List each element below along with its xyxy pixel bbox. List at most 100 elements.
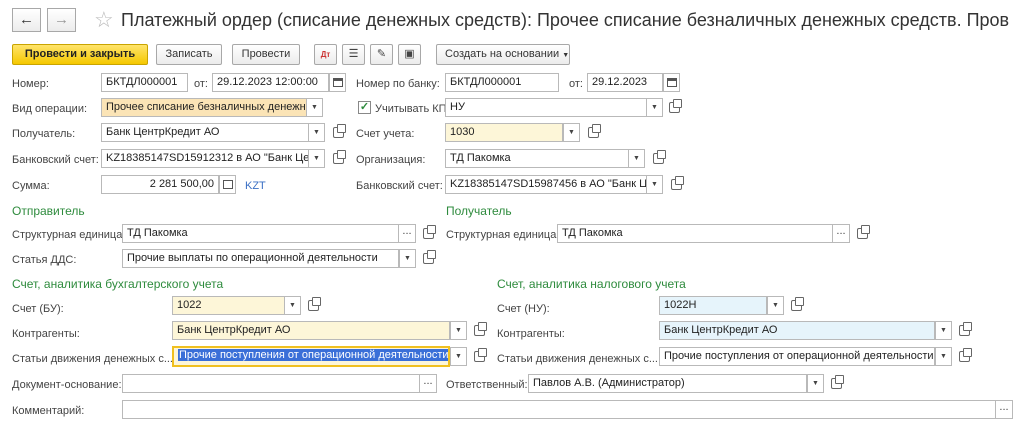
open-icon[interactable]	[956, 321, 973, 340]
arrow-left-icon: ←	[19, 11, 34, 28]
chevron-down-icon[interactable]: ▼	[450, 347, 467, 366]
basis-input[interactable]	[122, 374, 420, 393]
nu-cashflow-label: Статьи движения денежных с...	[497, 353, 658, 365]
bu-counterparty-input[interactable]: Банк ЦентрКредит АО	[172, 321, 450, 340]
bank-account-label: Банковский счет:	[12, 154, 99, 166]
back-button[interactable]: ←	[12, 8, 41, 32]
amount-input[interactable]: 2 281 500,00	[101, 175, 219, 194]
responsible-input[interactable]: Павлов А.В. (Администратор)	[528, 374, 807, 393]
bank-account2-input[interactable]: KZ18385147SD15987456 в АО "Банк Це	[445, 175, 647, 194]
create-based-on-button[interactable]: Создать на основании ▼	[436, 44, 570, 65]
chevron-down-icon[interactable]: ▼	[767, 296, 784, 315]
bank-number-label: Номер по банку:	[356, 78, 440, 90]
dds-input[interactable]: Прочие выплаты по операционной деятельно…	[122, 249, 399, 268]
open-icon[interactable]	[330, 149, 347, 168]
structure-icon[interactable]: ▣	[398, 44, 421, 65]
calculator-icon[interactable]	[219, 175, 236, 194]
select-dots-icon[interactable]: ...	[996, 400, 1013, 419]
chevron-down-icon[interactable]: ▼	[284, 296, 301, 315]
open-icon[interactable]	[471, 347, 488, 366]
chevron-down-icon[interactable]: ▼	[308, 149, 325, 168]
open-icon[interactable]	[305, 296, 322, 315]
select-dots-icon[interactable]: ...	[399, 224, 416, 243]
post-button[interactable]: Провести	[232, 44, 300, 65]
bu-counterparty-label: Контрагенты:	[12, 328, 80, 340]
kpn-label: Учитывать КПН	[375, 103, 455, 115]
calendar-icon[interactable]	[663, 73, 680, 92]
account-input[interactable]: 1030	[445, 123, 563, 142]
arrow-right-icon: →	[54, 11, 69, 28]
list-icon[interactable]: ☰	[342, 44, 365, 65]
dds-label: Статья ДДС:	[12, 254, 77, 266]
open-icon[interactable]	[668, 175, 685, 194]
comment-label: Комментарий:	[12, 405, 85, 417]
select-dots-icon[interactable]: ...	[833, 224, 850, 243]
tax-heading: Счет, аналитика налогового учета	[497, 277, 686, 291]
chevron-down-icon[interactable]: ▼	[646, 98, 663, 117]
responsible-label: Ответственный:	[446, 379, 528, 391]
operation-label: Вид операции:	[12, 103, 88, 115]
number-input[interactable]: БКТДЛ000001	[101, 73, 188, 92]
chevron-down-icon[interactable]: ▼	[628, 149, 645, 168]
open-icon[interactable]	[420, 249, 437, 268]
sender-unit-label: Структурная единица:	[12, 229, 126, 241]
receiver-unit-input[interactable]: ТД Пакомка	[557, 224, 833, 243]
chevron-down-icon[interactable]: ▼	[308, 123, 325, 142]
sender-heading: Отправитель	[12, 204, 85, 218]
organization-input[interactable]: ТД Пакомка	[445, 149, 629, 168]
chevron-down-icon: ▼	[562, 52, 570, 59]
edit-icon[interactable]: ✎	[370, 44, 393, 65]
date-from-label: от:	[194, 78, 208, 90]
open-icon[interactable]	[420, 224, 437, 243]
currency-label[interactable]: KZT	[245, 179, 266, 193]
chevron-down-icon[interactable]: ▼	[935, 347, 952, 366]
chevron-down-icon[interactable]: ▼	[563, 123, 580, 142]
accounting-heading: Счет, аналитика бухгалтерского учета	[12, 277, 224, 291]
nu-counterparty-label: Контрагенты:	[497, 328, 565, 340]
bank-date-input[interactable]: 29.12.2023	[587, 73, 663, 92]
chevron-down-icon[interactable]: ▼	[807, 374, 824, 393]
date-input[interactable]: 29.12.2023 12:00:00	[212, 73, 329, 92]
open-icon[interactable]	[788, 296, 805, 315]
kpn-checkbox[interactable]: ✓	[358, 101, 371, 114]
calendar-icon[interactable]	[329, 73, 346, 92]
open-icon[interactable]	[956, 347, 973, 366]
open-icon[interactable]	[585, 123, 602, 142]
receiver-unit-label: Структурная единица:	[446, 229, 560, 241]
chevron-down-icon[interactable]: ▼	[935, 321, 952, 340]
operation-select[interactable]: Прочее списание безналичных денежны	[101, 98, 307, 117]
bu-cashflow-input[interactable]: Прочие поступления от операционной деяте…	[172, 346, 450, 367]
basis-label: Документ-основание:	[12, 379, 122, 391]
sender-unit-input[interactable]: ТД Пакомка	[122, 224, 399, 243]
bank-number-input[interactable]: БКТДЛ000001	[445, 73, 559, 92]
bank-account2-label: Банковский счет:	[356, 180, 443, 192]
bu-cashflow-label: Статьи движения денежных с...	[12, 353, 173, 365]
bu-account-label: Счет (БУ):	[12, 303, 64, 315]
open-icon[interactable]	[828, 374, 845, 393]
kpn-select[interactable]: НУ	[445, 98, 647, 117]
forward-button[interactable]: →	[47, 8, 76, 32]
chevron-down-icon[interactable]: ▼	[646, 175, 663, 194]
organization-label: Организация:	[356, 154, 426, 166]
open-icon[interactable]	[471, 321, 488, 340]
recipient-input[interactable]: Банк ЦентрКредит АО	[101, 123, 309, 142]
bu-account-input[interactable]: 1022	[172, 296, 285, 315]
chevron-down-icon[interactable]: ▼	[306, 98, 323, 117]
favorite-star-icon[interactable]: ☆	[94, 8, 114, 32]
open-icon[interactable]	[650, 149, 667, 168]
nu-counterparty-input[interactable]: Банк ЦентрКредит АО	[659, 321, 935, 340]
open-icon[interactable]	[666, 98, 683, 117]
open-icon[interactable]	[854, 224, 871, 243]
chevron-down-icon[interactable]: ▼	[450, 321, 467, 340]
post-and-close-button[interactable]: Провести и закрыть	[12, 44, 148, 65]
bank-account-input[interactable]: KZ18385147SD15912312 в АО "Банк Цент	[101, 149, 309, 168]
nu-account-input[interactable]: 1022Н	[659, 296, 767, 315]
chevron-down-icon[interactable]: ▼	[399, 249, 416, 268]
select-dots-icon[interactable]: ...	[420, 374, 437, 393]
nu-cashflow-input[interactable]: Прочие поступления от операционной деяте…	[659, 347, 935, 366]
dt-kt-icon[interactable]: Дт	[314, 44, 337, 65]
comment-input[interactable]	[122, 400, 996, 419]
open-icon[interactable]	[330, 123, 347, 142]
bank-date-from-label: от:	[569, 78, 583, 90]
save-button[interactable]: Записать	[156, 44, 222, 65]
